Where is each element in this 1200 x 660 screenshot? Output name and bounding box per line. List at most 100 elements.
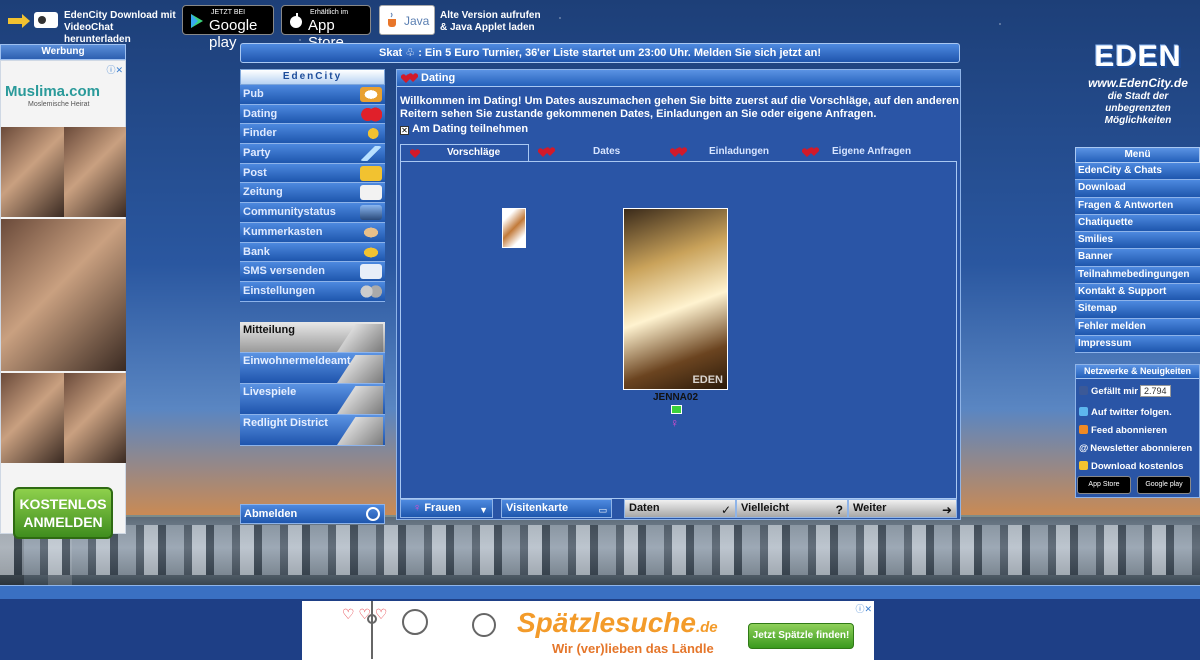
skat-banner[interactable]: Skat ♧ : Ein 5 Euro Turnier, 36'er Liste… xyxy=(240,43,960,63)
download-video-icon[interactable] xyxy=(8,10,60,30)
edencity-logo[interactable]: EDEN xyxy=(1086,42,1190,72)
ad-register-button[interactable]: KOSTENLOS ANMELDEN xyxy=(13,487,113,539)
bottom-ad[interactable]: ⓘ✕ ♡ ♡ ♡ Spätzlesuche.de Wir (ver)lieben… xyxy=(302,601,874,660)
nav-item-communitystatus[interactable]: Communitystatus xyxy=(240,203,385,223)
heart-icon xyxy=(545,147,555,156)
newspaper-icon xyxy=(360,185,382,201)
business-card-button[interactable]: Visitenkarte ▭ xyxy=(501,499,612,518)
heart-icon xyxy=(677,147,687,156)
menu-item-smilies[interactable]: Smilies xyxy=(1075,232,1200,250)
logout-button[interactable]: Abmelden xyxy=(240,504,385,524)
nav-item-dating[interactable]: Dating xyxy=(240,104,385,125)
nav-label: SMS versenden xyxy=(243,265,325,278)
menu-item-chatiquette[interactable]: Chatiquette xyxy=(1075,214,1200,233)
nav-item-party[interactable]: Party xyxy=(240,144,385,164)
tab-einladungen[interactable]: Einladungen xyxy=(670,144,800,161)
nav-item-mitteilung[interactable]: Mitteilung xyxy=(240,322,385,353)
nav-item-sms[interactable]: SMS versenden xyxy=(240,262,385,282)
nav-item-redlight[interactable]: Redlight District xyxy=(240,415,385,446)
ad-header: Werbung xyxy=(0,44,126,60)
ad-body[interactable]: ⓘ✕ Muslima.com Moslemische Heirat KOSTEN… xyxy=(0,60,126,539)
question-icon: ? xyxy=(835,503,843,517)
java-button[interactable]: Java xyxy=(379,5,435,35)
nav-item-finder[interactable]: Finder xyxy=(240,124,385,145)
google-play-button[interactable]: JETZT BEI Google play xyxy=(182,5,274,51)
beer-icon xyxy=(360,87,382,102)
ad-title: Spätzlesuche.de xyxy=(517,607,718,639)
mini-app-store-button[interactable]: App Store xyxy=(1077,476,1131,494)
java-text[interactable]: Alte Version aufrufen & Java Applet lade… xyxy=(440,10,550,34)
newsletter-subscribe[interactable]: @ Newsletter abonnieren xyxy=(1079,443,1192,454)
nav-label: Pub xyxy=(243,88,264,100)
twitter-follow[interactable]: Auf twitter folgen. xyxy=(1079,407,1172,418)
nav-item-bank[interactable]: Bank xyxy=(240,242,385,263)
feed-subscribe[interactable]: Feed abonnieren xyxy=(1079,425,1167,436)
nav-item-zeitung[interactable]: Zeitung xyxy=(240,183,385,204)
ad-photo xyxy=(64,373,126,463)
money-bag-icon xyxy=(360,244,382,260)
menu-item-imprint[interactable]: Impressum xyxy=(1075,335,1200,354)
profile-photo[interactable]: EDEN xyxy=(623,208,728,390)
tab-dates[interactable]: Dates xyxy=(538,144,663,161)
nav-item-post[interactable]: Post xyxy=(240,163,385,184)
game-board-icon xyxy=(337,386,383,414)
download-free[interactable]: Download kostenlos xyxy=(1079,461,1183,472)
left-nav-secondary: Mitteilung Einwohnermeldeamt Livespiele … xyxy=(240,322,385,446)
ad-close-icon[interactable]: ⓘ✕ xyxy=(855,602,872,615)
nav-label: Dating xyxy=(243,107,278,120)
apple-small: Erhältlich im xyxy=(310,9,349,16)
gears-icon xyxy=(360,283,382,299)
apple-icon xyxy=(290,13,302,28)
menu-item-sitemap[interactable]: Sitemap xyxy=(1075,301,1200,319)
hearts-icon: ♡ ♡ ♡ xyxy=(342,606,387,622)
nav-label: Einstellungen xyxy=(243,284,316,297)
next-button[interactable]: Weiter ➜ xyxy=(848,499,957,518)
gender-filter-dropdown[interactable]: ♀ Frauen ▼ xyxy=(400,499,493,518)
menu-item-contact[interactable]: Kontakt & Support xyxy=(1075,284,1200,302)
top-bar: EdenCity Download mit VideoChat herunter… xyxy=(0,0,1200,51)
online-status-icon xyxy=(671,405,682,414)
menu-item-banner[interactable]: Banner xyxy=(1075,249,1200,267)
nav-item-pub[interactable]: Pub xyxy=(240,85,385,105)
nav-item-einwohnermeldeamt[interactable]: Einwohnermeldeamt xyxy=(240,353,385,384)
app-store-button[interactable]: Erhältlich im App Store xyxy=(281,5,371,51)
mini-google-play-button[interactable]: Google play xyxy=(1137,476,1191,494)
welcome-text: Willkommen im Dating! Um Dates auszumach… xyxy=(400,95,959,120)
checkmark-icon: ✓ xyxy=(720,503,731,517)
date-yes-button[interactable]: Daten ✓ xyxy=(624,499,736,518)
menu-item-faq[interactable]: Fragen & Antworten xyxy=(1075,197,1200,215)
nav-item-livespiele[interactable]: Livespiele xyxy=(240,384,385,415)
nav-item-kummerkasten[interactable]: Kummerkasten xyxy=(240,222,385,243)
facebook-like[interactable]: Gefällt mir 2.794 xyxy=(1079,385,1171,397)
download-text[interactable]: EdenCity Download mit VideoChat herunter… xyxy=(64,10,179,46)
google-play-icon xyxy=(191,14,203,28)
maybe-button[interactable]: Vielleicht ? xyxy=(736,499,848,518)
card-icon: ▭ xyxy=(598,505,607,515)
dating-participation[interactable]: ✕ Am Dating teilnehmen xyxy=(400,123,528,135)
nav-label: Livespiele xyxy=(243,386,297,398)
nav-header: EdenCity xyxy=(240,69,385,85)
ad-cta-button[interactable]: Jetzt Spätzle finden! xyxy=(748,623,854,649)
participate-checkbox[interactable]: ✕ xyxy=(400,126,409,135)
female-icon: ♀ xyxy=(413,502,422,514)
tab-eigene-anfragen[interactable]: Eigene Anfragen xyxy=(802,144,960,161)
ad-close-icon[interactable]: ⓘ✕ xyxy=(106,63,123,76)
menu-item-edencity-chats[interactable]: EdenCity & Chats xyxy=(1075,163,1200,181)
profile-thumbnail[interactable] xyxy=(502,208,526,248)
heart-icon xyxy=(408,73,418,82)
at-icon: @ xyxy=(1079,443,1089,454)
ad-photo xyxy=(1,127,64,217)
nav-label: Mitteilung xyxy=(243,324,295,336)
participate-label: Am Dating teilnehmen xyxy=(412,123,529,135)
footer-bar xyxy=(0,585,1200,599)
menu-item-report-bug[interactable]: Fehler melden xyxy=(1075,318,1200,336)
menu-item-terms[interactable]: Teilnahmebedingungen xyxy=(1075,266,1200,285)
tab-vorschlaege[interactable]: Vorschläge xyxy=(400,144,529,161)
nav-item-einstellungen[interactable]: Einstellungen xyxy=(240,281,385,302)
feed-label: Feed abonnieren xyxy=(1091,425,1168,436)
card-label: Visitenkarte xyxy=(506,502,569,514)
rss-icon xyxy=(1079,425,1088,434)
menu-item-download[interactable]: Download xyxy=(1075,180,1200,198)
profile-username[interactable]: JENNA02 xyxy=(623,392,728,403)
power-icon xyxy=(366,507,380,521)
